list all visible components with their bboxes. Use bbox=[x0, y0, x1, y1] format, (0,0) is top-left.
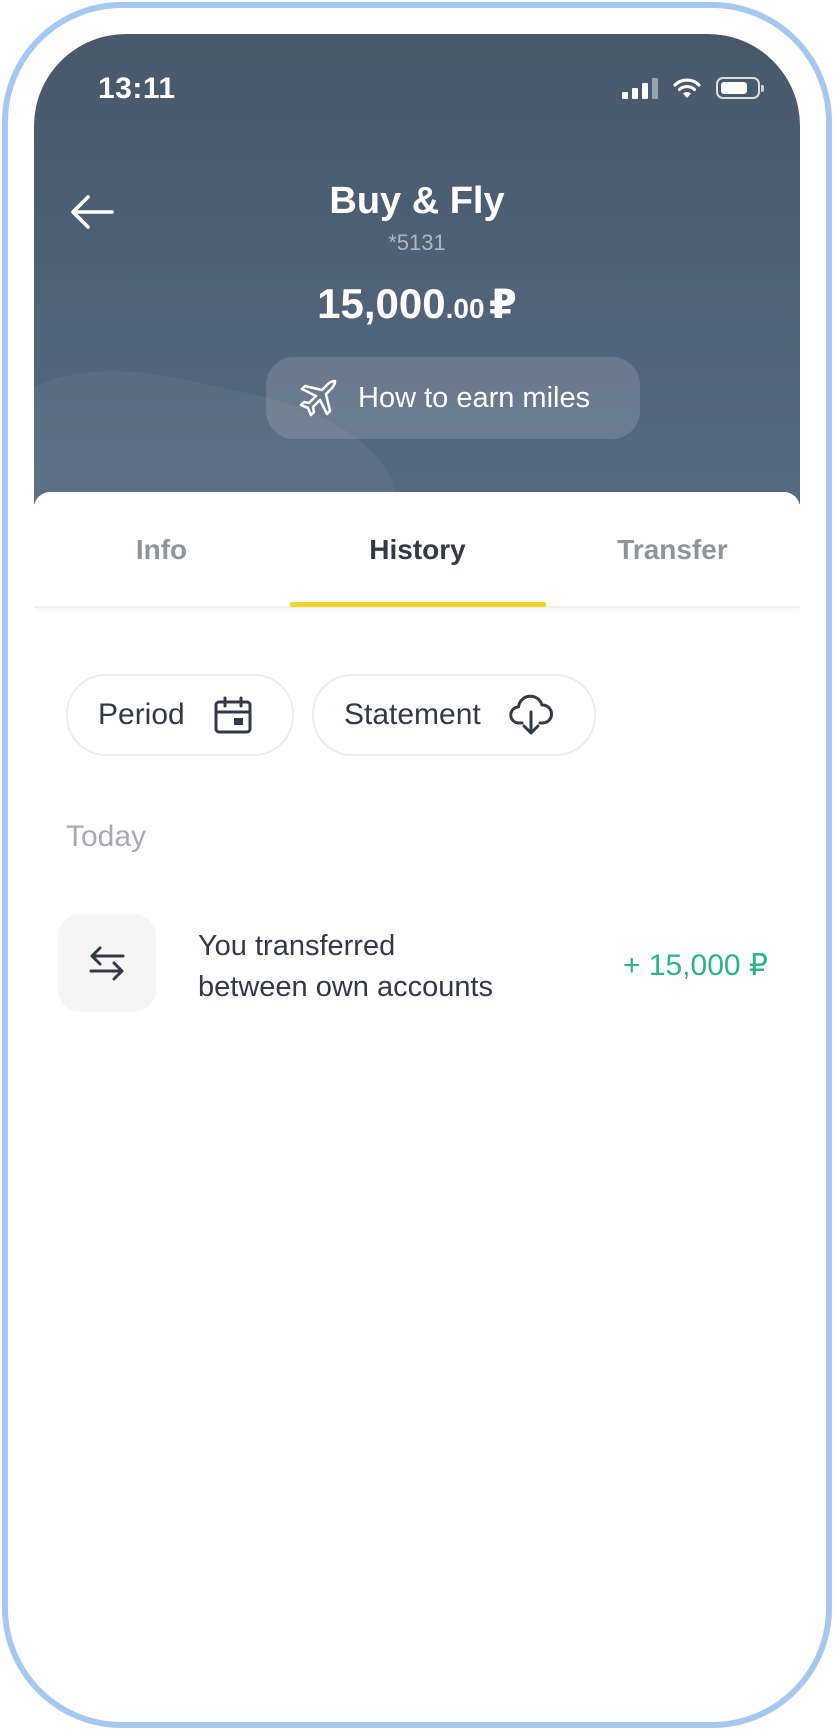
period-label: Period bbox=[98, 698, 185, 731]
cloud-download-icon bbox=[509, 694, 553, 735]
statement-button[interactable]: Statement bbox=[312, 674, 596, 756]
transaction-amount: + 15,000 ₽ bbox=[622, 949, 768, 982]
app-screen: 13:11 Buy & Fly *5131 15,000.00 ₽ How to… bbox=[34, 34, 800, 1696]
statement-label: Statement bbox=[344, 698, 481, 731]
active-tab-indicator bbox=[290, 602, 546, 607]
signal-icon bbox=[622, 77, 658, 99]
transaction-row[interactable]: You transferred between own accounts + 1… bbox=[58, 914, 800, 1014]
balance-currency: ₽ bbox=[489, 283, 517, 327]
balance-integer: 15,000 bbox=[317, 280, 446, 327]
transaction-description: You transferred between own accounts bbox=[198, 926, 493, 1008]
airplane-icon bbox=[299, 379, 337, 417]
account-number: *5131 bbox=[388, 230, 446, 255]
tab-transfer[interactable]: Transfer bbox=[545, 492, 800, 608]
content-card: Info History Transfer Period Statement T… bbox=[34, 492, 800, 1696]
account-header: 13:11 Buy & Fly *5131 15,000.00 ₽ How to… bbox=[34, 34, 800, 624]
tab-bar: Info History Transfer bbox=[34, 492, 800, 608]
history-group-label: Today bbox=[66, 820, 147, 853]
account-balance: 15,000.00 ₽ bbox=[34, 280, 800, 328]
status-bar: 13:11 bbox=[34, 34, 800, 144]
balance-decimal: .00 bbox=[445, 293, 485, 324]
battery-icon bbox=[716, 77, 764, 99]
account-title: Buy & Fly bbox=[329, 180, 505, 222]
calendar-icon bbox=[214, 696, 252, 734]
tab-history[interactable]: History bbox=[290, 492, 545, 608]
period-filter-button[interactable]: Period bbox=[66, 674, 294, 756]
tab-info[interactable]: Info bbox=[34, 492, 289, 608]
earn-miles-label: How to earn miles bbox=[358, 381, 591, 414]
transaction-icon-tile bbox=[58, 914, 156, 1012]
how-to-earn-miles-button[interactable]: How to earn miles bbox=[266, 357, 640, 439]
wifi-icon bbox=[673, 78, 701, 98]
transaction-title: You transferred bbox=[198, 930, 396, 962]
transfer-arrows-icon bbox=[89, 946, 125, 981]
status-icons bbox=[622, 76, 764, 100]
transaction-subtitle: between own accounts bbox=[198, 971, 494, 1003]
status-time: 13:11 bbox=[98, 72, 176, 105]
